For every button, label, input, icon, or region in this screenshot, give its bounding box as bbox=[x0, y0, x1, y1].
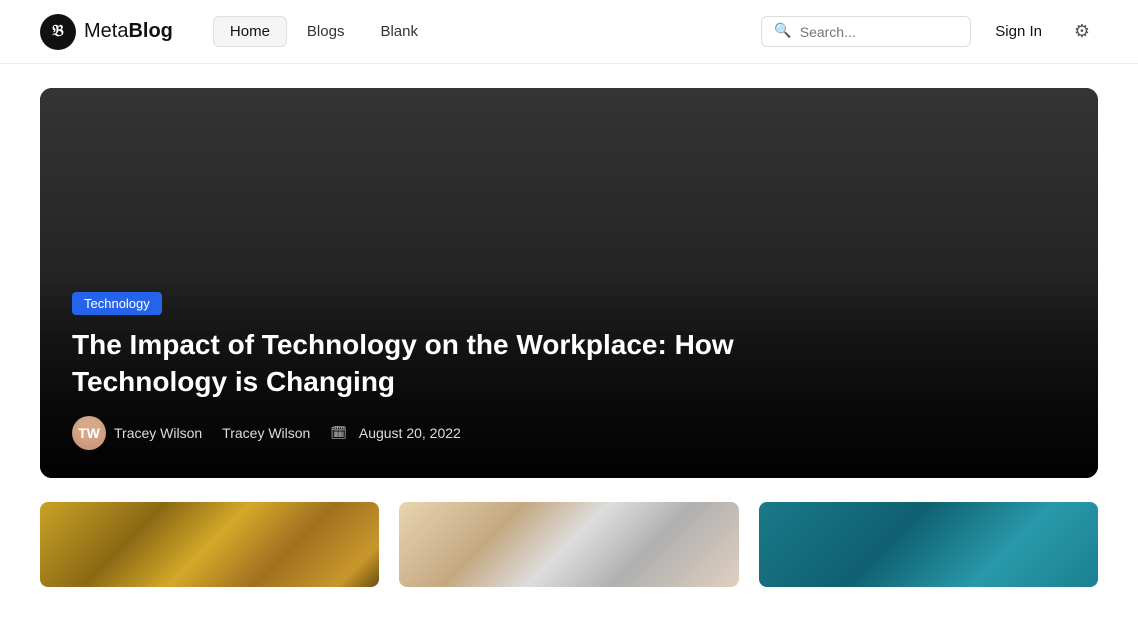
hero-author2: Tracey Wilson bbox=[222, 425, 310, 441]
hero-content: Technology The Impact of Technology on t… bbox=[40, 268, 1098, 478]
header-right: 🔍 Sign In ⚙ bbox=[761, 16, 1098, 48]
hero-meta: TW Tracey Wilson Tracey Wilson 🗓 August … bbox=[72, 416, 1066, 450]
hero-date: August 20, 2022 bbox=[359, 425, 461, 441]
hero-author1: Tracey Wilson bbox=[114, 425, 202, 441]
search-box[interactable]: 🔍 bbox=[761, 16, 971, 47]
hero-section: Technology The Impact of Technology on t… bbox=[40, 88, 1098, 478]
article-card-laptop[interactable] bbox=[399, 502, 738, 587]
nav-item-home[interactable]: Home bbox=[213, 16, 287, 47]
search-input[interactable] bbox=[800, 24, 959, 40]
avatar-image: TW bbox=[72, 416, 106, 450]
hero-title: The Impact of Technology on the Workplac… bbox=[72, 327, 772, 400]
article-card-crypto[interactable] bbox=[40, 502, 379, 587]
article-card-blue[interactable] bbox=[759, 502, 1098, 587]
sign-in-button[interactable]: Sign In bbox=[987, 17, 1050, 46]
search-icon: 🔍 bbox=[774, 23, 791, 40]
logo-icon: 𝔅 bbox=[40, 14, 76, 50]
avatar: TW bbox=[72, 416, 106, 450]
nav-item-blank[interactable]: Blank bbox=[364, 17, 434, 46]
hero-category-tag[interactable]: Technology bbox=[72, 292, 162, 315]
theme-toggle-button[interactable]: ⚙ bbox=[1066, 16, 1098, 48]
card-image-blue bbox=[759, 502, 1098, 587]
logo-text: MetaBlog bbox=[84, 20, 173, 43]
card-image-laptop bbox=[399, 502, 738, 587]
nav-item-blogs[interactable]: Blogs bbox=[291, 17, 361, 46]
main-nav: Home Blogs Blank bbox=[213, 16, 761, 47]
card-image-crypto bbox=[40, 502, 379, 587]
logo[interactable]: 𝔅 MetaBlog bbox=[40, 14, 173, 50]
article-cards-row bbox=[0, 478, 1138, 587]
calendar-icon: 🗓 bbox=[330, 425, 347, 441]
